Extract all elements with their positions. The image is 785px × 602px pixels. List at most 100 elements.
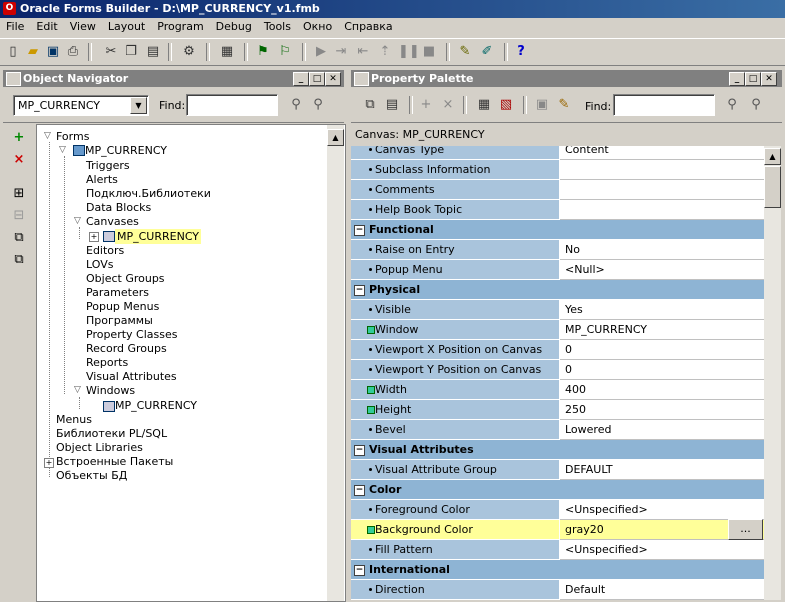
tree-item-editors[interactable]: Editors [86, 244, 124, 257]
menu-program[interactable]: Program [151, 18, 209, 33]
expanded-triangle-icon[interactable]: ▽ [74, 216, 81, 226]
stop-icon[interactable]: ■ [420, 43, 438, 61]
palette-find-input[interactable] [613, 94, 715, 116]
scroll-up-icon[interactable]: ▲ [327, 129, 344, 146]
paste-properties-icon[interactable]: ▤ [383, 96, 401, 114]
tree-item-windows[interactable]: Windows [86, 384, 135, 397]
tree-item-attached-libraries[interactable]: Подключ.Библиотеки [86, 187, 211, 200]
menu-view[interactable]: View [64, 18, 102, 33]
property-section[interactable]: − Color [351, 480, 764, 500]
navigator-scrollbar[interactable]: ▲ [327, 125, 344, 601]
palette-scrollbar[interactable]: ▲ [764, 146, 781, 600]
help-icon[interactable]: ? [512, 43, 530, 61]
menu-debug[interactable]: Debug [210, 18, 258, 33]
expanded-triangle-icon[interactable]: ▽ [44, 131, 51, 141]
expand-icon[interactable]: ⊞ [11, 186, 27, 202]
find-next-icon[interactable]: ⚲ [747, 96, 765, 114]
property-row[interactable]: Subclass Information [351, 160, 764, 180]
collapse-all-icon[interactable]: ⧉ [11, 252, 27, 268]
navigator-tree[interactable]: ▽ Forms ▽ MP_CURRENCY Triggers Alerts По… [36, 124, 346, 602]
save-icon[interactable]: ▣ [44, 43, 62, 61]
property-value-cell[interactable]: Default [560, 580, 764, 600]
maximize-icon[interactable]: □ [309, 72, 325, 86]
property-row[interactable]: Help Book Topic [351, 200, 764, 220]
tree-item-data-blocks[interactable]: Data Blocks [86, 201, 151, 214]
module-select[interactable]: MP_CURRENCY ▼ [13, 95, 149, 116]
step-into-icon[interactable]: ⇥ [332, 43, 350, 61]
find-prev-icon[interactable]: ⚲ [723, 96, 741, 114]
copy-icon[interactable]: ❐ [122, 43, 140, 61]
find-prev-icon[interactable]: ⚲ [287, 96, 305, 114]
tree-item-database-objects[interactable]: Объекты БД [56, 469, 127, 482]
collapse-section-icon[interactable]: − [354, 285, 365, 296]
property-value-cell[interactable]: Content [560, 146, 764, 160]
property-value-cell[interactable]: <Null> [560, 260, 764, 280]
expand-node-icon[interactable]: + [44, 458, 54, 468]
property-row[interactable]: Fill Pattern <Unspecified> [351, 540, 764, 560]
maximize-icon[interactable]: □ [745, 72, 761, 86]
intersection-icon[interactable]: ▧ [497, 96, 515, 114]
property-value-cell[interactable]: MP_CURRENCY [560, 320, 764, 340]
menu-file[interactable]: File [0, 18, 30, 33]
delete-icon[interactable]: × [11, 152, 27, 168]
tree-item-form-module[interactable]: MP_CURRENCY [85, 144, 167, 157]
property-value-cell[interactable]: 0 [560, 360, 764, 380]
tree-item-triggers[interactable]: Triggers [86, 159, 130, 172]
create-icon[interactable]: + [11, 130, 27, 146]
tree-item-object-groups[interactable]: Object Groups [86, 272, 165, 285]
property-section[interactable]: − Visual Attributes [351, 440, 764, 460]
expanded-triangle-icon[interactable]: ▽ [74, 385, 81, 395]
tree-item-plsql-libraries[interactable]: Библиотеки PL/SQL [56, 427, 167, 440]
add-property-icon[interactable]: + [417, 96, 435, 114]
menu-tools[interactable]: Tools [258, 18, 297, 33]
scroll-thumb[interactable] [764, 166, 781, 208]
tree-item-program-units[interactable]: Программы [86, 314, 153, 327]
inherit-icon[interactable]: ▦ [475, 96, 493, 114]
tree-item-parameters[interactable]: Parameters [86, 286, 149, 299]
property-value-cell[interactable]: DEFAULT [560, 460, 764, 480]
tree-item-record-groups[interactable]: Record Groups [86, 342, 167, 355]
property-row[interactable]: Visual Attribute Group DEFAULT [351, 460, 764, 480]
property-value-cell[interactable]: 0 [560, 340, 764, 360]
property-row[interactable]: Bevel Lowered [351, 420, 764, 440]
property-row[interactable]: Window MP_CURRENCY [351, 320, 764, 340]
remove-property-icon[interactable]: × [439, 96, 457, 114]
property-value-cell[interactable] [560, 180, 764, 200]
property-row[interactable]: Width 400 [351, 380, 764, 400]
collapse-section-icon[interactable]: − [354, 485, 365, 496]
expanded-triangle-icon[interactable]: ▽ [59, 145, 66, 155]
property-value-cell[interactable]: No [560, 240, 764, 260]
tree-item-object-libraries[interactable]: Object Libraries [56, 441, 143, 454]
property-row[interactable]: Viewport X Position on Canvas 0 [351, 340, 764, 360]
property-section[interactable]: − Physical [351, 280, 764, 300]
close-icon[interactable]: ✕ [325, 72, 341, 86]
expand-node-icon[interactable]: + [89, 232, 99, 242]
pause-icon[interactable]: ❚❚ [398, 43, 420, 61]
property-row[interactable]: Canvas Type Content [351, 146, 764, 160]
freeze-icon[interactable]: ▣ [533, 96, 551, 114]
collapse-icon[interactable]: ⊟ [11, 208, 27, 224]
property-row[interactable]: Raise on Entry No [351, 240, 764, 260]
property-value-cell[interactable] [560, 160, 764, 180]
compile-icon[interactable]: ▦ [218, 43, 236, 61]
tree-item-lovs[interactable]: LOVs [86, 258, 113, 271]
find-next-icon[interactable]: ⚲ [309, 96, 327, 114]
expand-all-icon[interactable]: ⧉ [11, 230, 27, 246]
pin-icon[interactable]: ✎ [555, 96, 573, 114]
more-button[interactable]: ... [728, 519, 763, 540]
new-icon[interactable]: ▯ [4, 43, 22, 61]
debug-icon[interactable]: ⚑ [254, 43, 272, 61]
tree-item-canvas-selected[interactable]: MP_CURRENCY [115, 229, 202, 244]
chevron-down-icon[interactable]: ▼ [130, 97, 147, 114]
cut-icon[interactable]: ✂ [102, 43, 120, 61]
run-form-icon[interactable]: ⚙ [180, 43, 198, 61]
wizard-icon[interactable]: ✎ [456, 43, 474, 61]
menu-window[interactable]: Окно [297, 18, 338, 33]
close-icon[interactable]: ✕ [761, 72, 777, 86]
property-section[interactable]: − International [351, 560, 764, 580]
property-row[interactable]: Popup Menu <Null> [351, 260, 764, 280]
tree-item-reports[interactable]: Reports [86, 356, 128, 369]
tree-item-popup-menus[interactable]: Popup Menus [86, 300, 159, 313]
property-row[interactable]: Direction Default [351, 580, 764, 600]
menu-layout[interactable]: Layout [102, 18, 151, 33]
